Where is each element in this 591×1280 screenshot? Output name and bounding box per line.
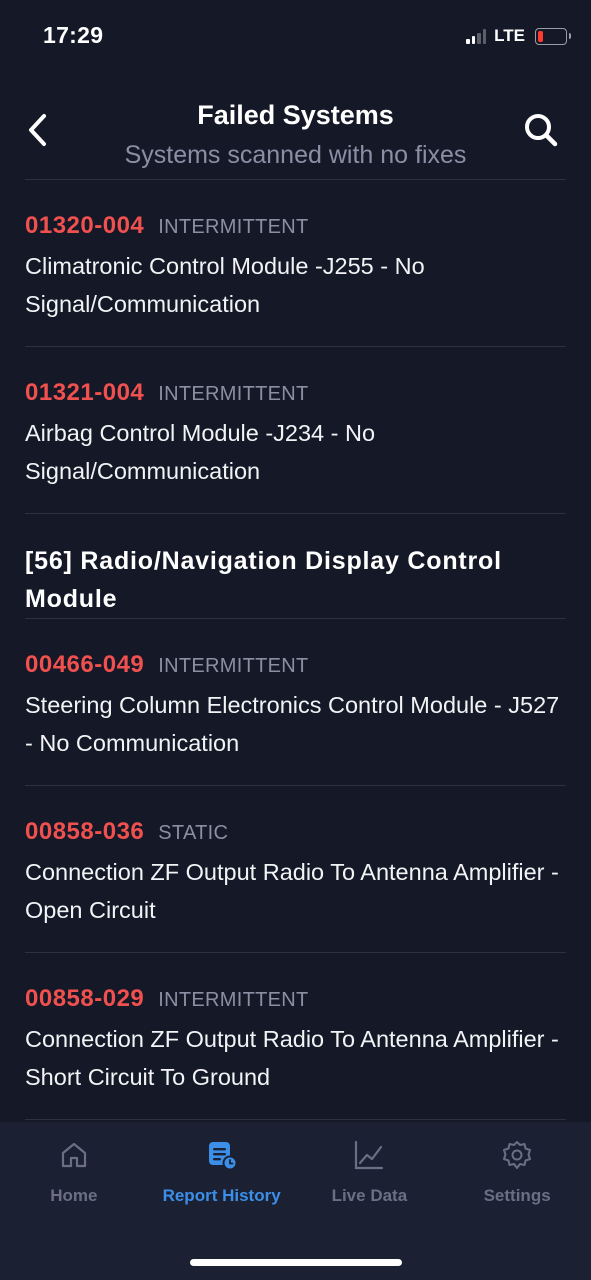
fault-description: Climatronic Control Module -J255 - No Si… — [25, 253, 425, 317]
signal-strength-icon — [466, 28, 487, 44]
fault-type: INTERMITTENT — [158, 383, 309, 405]
fault-description: Connection ZF Output Radio To Antenna Am… — [25, 1026, 559, 1090]
tab-report-history[interactable]: Report History — [148, 1122, 296, 1232]
home-indicator[interactable] — [190, 1259, 402, 1266]
tab-settings[interactable]: Settings — [443, 1122, 591, 1232]
page-subtitle: Systems scanned with no fixes — [124, 141, 467, 169]
fault-description: Steering Column Electronics Control Modu… — [25, 692, 560, 756]
fault-type: STATIC — [158, 822, 229, 844]
fault-item[interactable]: 01320-004 INTERMITTENT Climatronic Contr… — [0, 180, 591, 347]
fault-type: INTERMITTENT — [158, 655, 309, 677]
nav-header: Failed Systems Systems scanned with no f… — [0, 90, 591, 180]
tab-label: Live Data — [331, 1186, 408, 1205]
fault-list: 01320-004 INTERMITTENT Climatronic Contr… — [0, 180, 591, 1120]
fault-item[interactable]: 01321-004 INTERMITTENT Airbag Control Mo… — [0, 347, 591, 514]
section-header: [56] Radio/Navigation Display Control Mo… — [0, 514, 591, 619]
section-title: [56] Radio/Navigation Display Control Mo… — [25, 547, 502, 613]
fault-description: Connection ZF Output Radio To Antenna Am… — [25, 859, 559, 923]
tab-label: Home — [50, 1186, 98, 1205]
search-button[interactable] — [519, 108, 563, 152]
search-icon — [525, 114, 558, 147]
fault-code: 01321-004 — [25, 379, 145, 406]
home-icon — [57, 1138, 91, 1172]
fault-code: 00858-029 — [25, 985, 145, 1012]
tab-label: Settings — [483, 1186, 551, 1205]
fault-item[interactable]: 00466-049 INTERMITTENT Steering Column E… — [0, 619, 591, 786]
tab-bar: Home Report History Live Data Settings — [0, 1122, 591, 1280]
fault-item[interactable]: 00858-036 STATIC Connection ZF Output Ra… — [0, 786, 591, 953]
status-time: 17:29 — [43, 22, 104, 48]
battery-icon — [535, 27, 571, 45]
fault-type: INTERMITTENT — [158, 216, 309, 238]
tab-live-data[interactable]: Live Data — [296, 1122, 444, 1232]
fault-code: 00858-036 — [25, 818, 145, 845]
fault-code: 00466-049 — [25, 651, 145, 678]
tab-home[interactable]: Home — [0, 1122, 148, 1232]
status-indicators: LTE — [466, 26, 571, 46]
status-bar: 17:29 LTE — [0, 0, 591, 72]
settings-icon — [500, 1138, 534, 1172]
fault-code: 01320-004 — [25, 212, 145, 239]
live-data-icon — [352, 1138, 386, 1172]
row-divider — [25, 1119, 566, 1120]
page-title: Failed Systems — [197, 100, 394, 130]
fault-item[interactable]: 00858-029 INTERMITTENT Connection ZF Out… — [0, 953, 591, 1120]
fault-description: Airbag Control Module -J234 - No Signal/… — [25, 420, 376, 484]
network-type: LTE — [494, 26, 525, 45]
tab-label: Report History — [162, 1186, 281, 1205]
report-history-icon — [205, 1138, 239, 1172]
fault-type: INTERMITTENT — [158, 989, 309, 1011]
